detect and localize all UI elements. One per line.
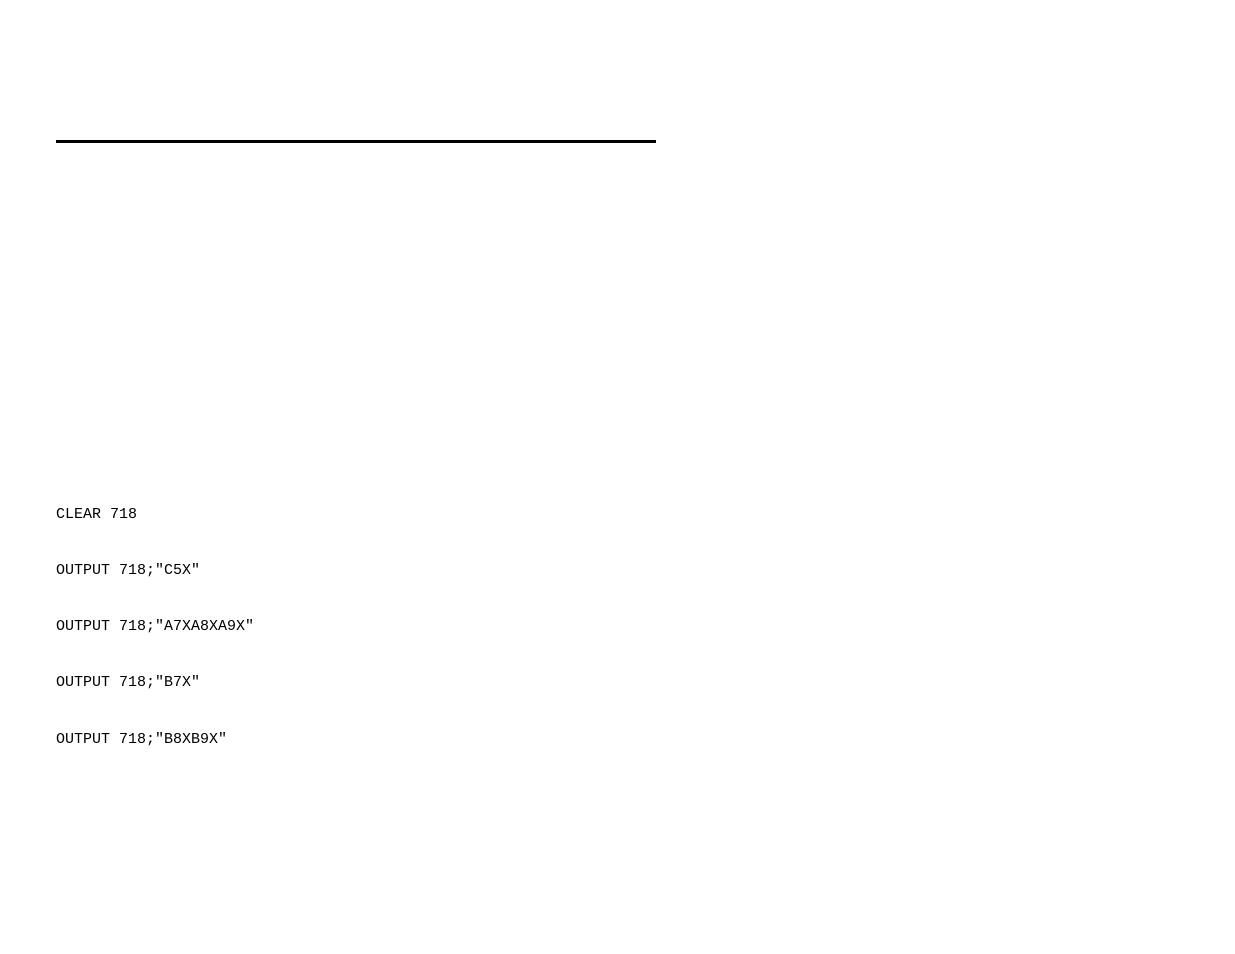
horizontal-rule [56, 140, 656, 143]
code-line: OUTPUT 718;"B7X" [56, 674, 254, 693]
code-line: OUTPUT 718;"A7XA8XA9X" [56, 618, 254, 637]
code-line: OUTPUT 718;"B8XB9X" [56, 731, 254, 750]
code-block: CLEAR 718 OUTPUT 718;"C5X" OUTPUT 718;"A… [56, 468, 254, 768]
code-line: OUTPUT 718;"C5X" [56, 562, 254, 581]
code-line: CLEAR 718 [56, 506, 254, 525]
